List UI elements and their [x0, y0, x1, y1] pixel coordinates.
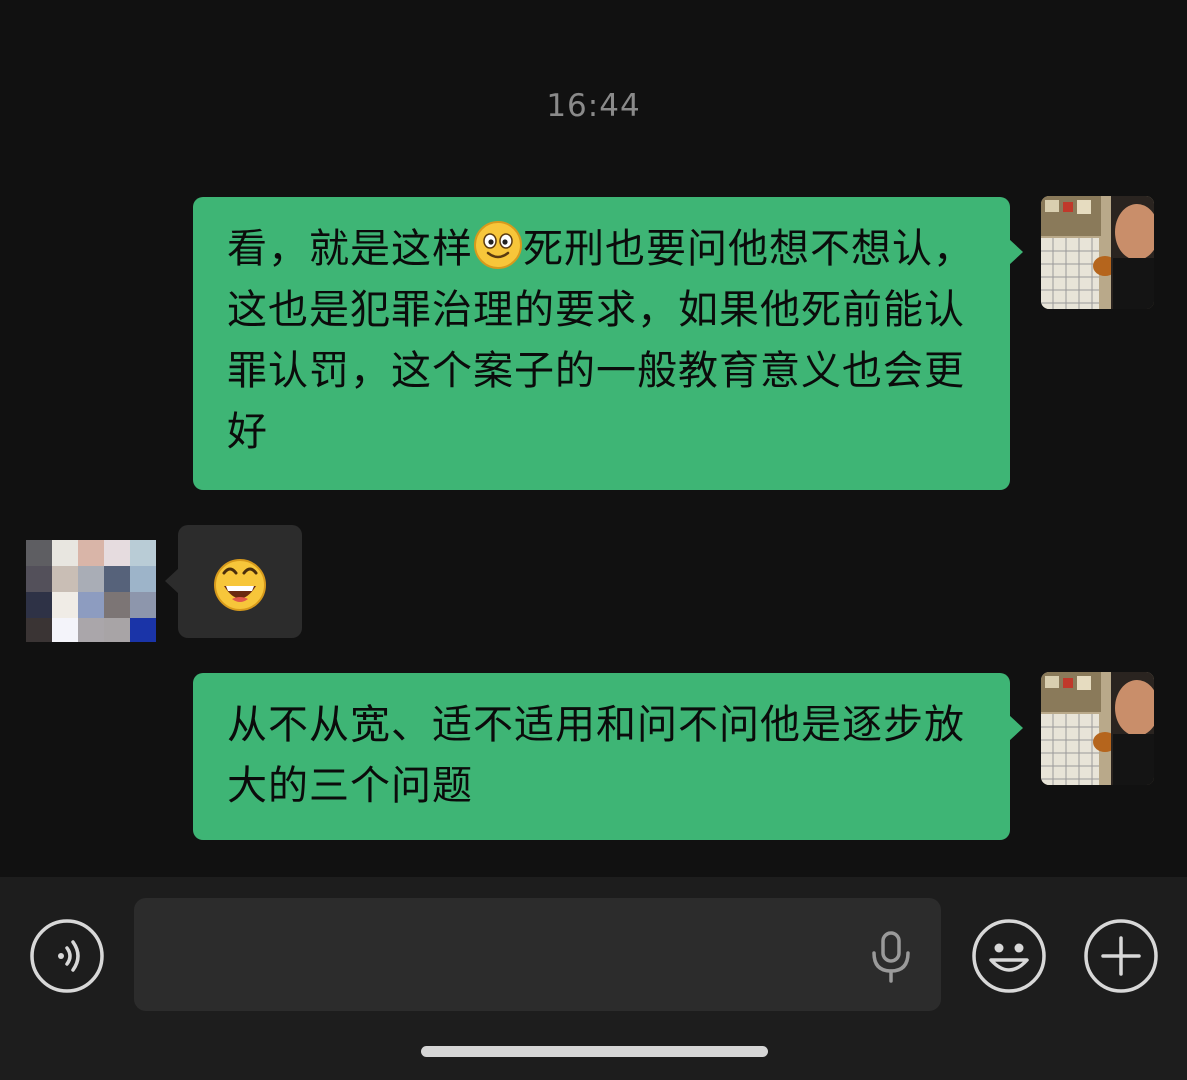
self-avatar[interactable] — [1041, 672, 1154, 785]
emoji-icon — [972, 919, 1046, 993]
grin-emoji-icon — [214, 559, 266, 611]
message-input-field[interactable] — [134, 898, 941, 1013]
outgoing-message-bubble[interactable]: 看，就是这样 死刑也要问他想不想认，这也是犯罪治理的要求，如果他死前能认罪认罚，… — [193, 197, 1023, 490]
message-input[interactable] — [154, 898, 858, 1013]
emoji-button[interactable] — [971, 918, 1047, 994]
home-indicator[interactable] — [421, 1046, 768, 1057]
incoming-message-bubble[interactable] — [165, 525, 302, 638]
plus-icon — [1084, 919, 1158, 993]
microphone-icon[interactable] — [869, 931, 913, 983]
message-timestamp: 16:44 — [546, 88, 641, 124]
voice-input-button[interactable] — [29, 918, 105, 994]
more-button[interactable] — [1083, 918, 1159, 994]
contact-avatar[interactable] — [26, 540, 156, 642]
message-text-part-1: 看，就是这样 — [227, 226, 473, 272]
smile-emoji-icon — [474, 221, 522, 269]
outgoing-message-bubble[interactable]: 从不从宽、适不适用和问不问他是逐步放大的三个问题 — [193, 673, 1023, 840]
voice-icon — [30, 919, 104, 993]
self-avatar[interactable] — [1041, 196, 1154, 309]
